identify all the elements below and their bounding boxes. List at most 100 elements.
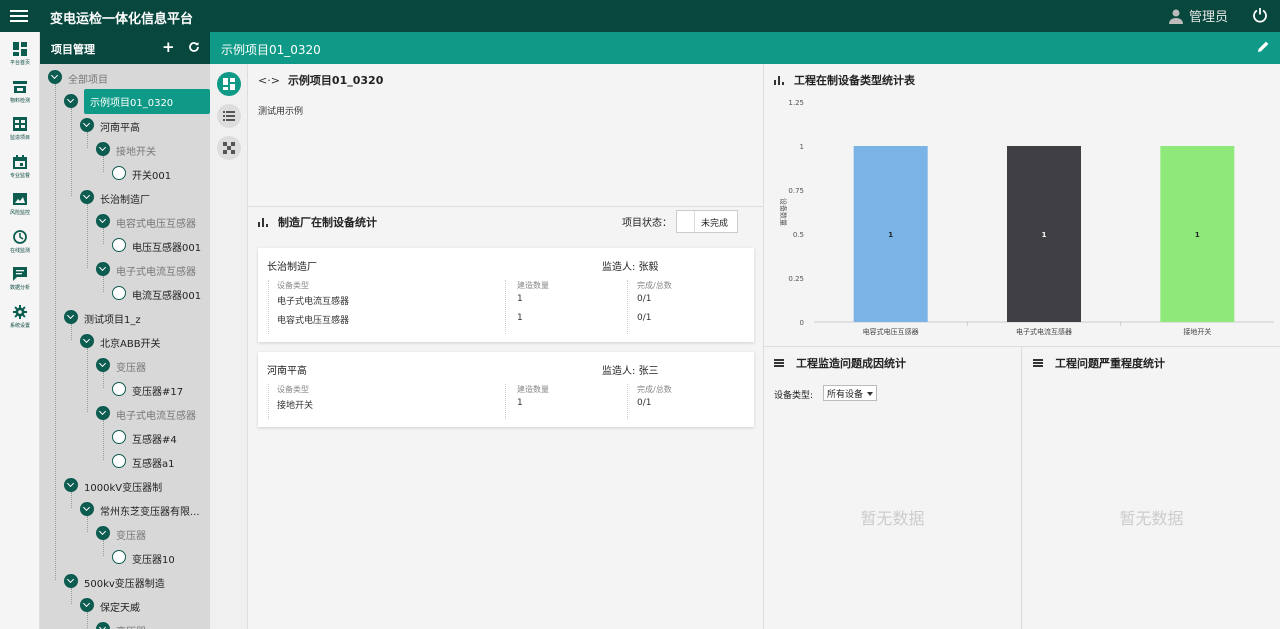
rail-item-label: 风险监控 [9, 210, 30, 216]
dashboard-view-button[interactable] [217, 72, 241, 96]
grid-icon [13, 117, 27, 131]
chevron-down-icon[interactable] [64, 310, 78, 324]
x-category-label: 电子式电流互感器 [1016, 327, 1072, 336]
y-tick-label: 0.75 [788, 187, 804, 195]
tree-leaf-circle-icon[interactable] [112, 430, 126, 444]
chevron-down-icon[interactable] [80, 334, 94, 348]
chevron-down-icon[interactable] [80, 190, 94, 204]
equipment-type-select[interactable]: 所有设备 [823, 385, 877, 401]
status-value: 未完成 [701, 219, 729, 229]
status-toggle[interactable]: 未完成 [676, 210, 738, 233]
col-header-type: 设备类型 [277, 281, 309, 290]
tree-connector [87, 204, 88, 268]
tree-leaf[interactable]: 电流互感器001 [112, 281, 208, 303]
rail-item-5[interactable]: 在线监测 [0, 226, 40, 262]
rail-item-3[interactable]: 专业监督 [0, 151, 40, 187]
tree-leaf-circle-icon[interactable] [112, 166, 126, 180]
status-switch[interactable] [677, 211, 695, 232]
tree-node[interactable]: 电子式电流互感器 [96, 401, 208, 423]
chevron-down-icon[interactable] [96, 526, 110, 540]
tree-node-label: 电流互感器001 [132, 291, 202, 302]
tree-node[interactable]: 接地开关 [96, 137, 208, 159]
tree-node[interactable]: 变压器 [96, 617, 208, 629]
chevron-down-icon[interactable] [96, 214, 110, 228]
tree-leaf-circle-icon[interactable] [112, 286, 126, 300]
chevron-down-icon[interactable] [80, 118, 94, 132]
tree-node[interactable]: 河南平高 [80, 113, 208, 135]
tree-leaf[interactable]: 开关001 [112, 161, 208, 183]
tree-leaf[interactable]: 变压器#17 [112, 377, 208, 399]
rail-item-4[interactable]: 风险监控 [0, 188, 40, 224]
factory-name: 长治制造厂 [267, 262, 317, 273]
tree-node[interactable]: 电容式电压互感器 [96, 209, 208, 231]
rail-item-label: 数据分析 [9, 285, 30, 291]
tree-node[interactable]: 变压器 [96, 521, 208, 543]
row-count: 1 [517, 398, 523, 408]
list-icon [223, 111, 235, 121]
chevron-down-icon[interactable] [64, 94, 78, 108]
dashboard-icon [223, 78, 235, 90]
tree-node[interactable]: 1000kV变压器制 [64, 473, 208, 495]
tree-node-label: 500kv变压器制造 [84, 579, 165, 590]
chevron-down-icon[interactable] [80, 598, 94, 612]
tree-header: 项目管理 + [40, 32, 210, 64]
message-icon [13, 267, 27, 281]
rail-item-7[interactable]: 系统设置 [0, 301, 40, 337]
col-header-type: 设备类型 [277, 385, 309, 394]
tree-leaf-circle-icon[interactable] [112, 382, 126, 396]
expand-arrows-icon[interactable]: <·> [258, 74, 280, 87]
chevron-down-icon[interactable] [96, 358, 110, 372]
tree-node[interactable]: 长治制造厂 [80, 185, 208, 207]
tree-node[interactable]: 常州东芝变压器有限... [80, 497, 208, 519]
add-icon[interactable]: + [162, 38, 175, 56]
tree-node[interactable]: 电子式电流互感器 [96, 257, 208, 279]
refresh-icon[interactable] [188, 41, 200, 53]
tree-leaf[interactable]: 互感器#4 [112, 425, 208, 447]
tree-leaf[interactable]: 互感器a1 [112, 449, 208, 471]
chevron-down-icon[interactable] [96, 406, 110, 420]
rail-item-6[interactable]: 数据分析 [0, 263, 40, 299]
issue-cause-panel: 工程监造问题成因统计 设备类型: 所有设备 暂无数据 [764, 347, 1022, 629]
chevron-down-icon[interactable] [64, 574, 78, 588]
tree-leaf-circle-icon[interactable] [112, 238, 126, 252]
tree-node-label: 示例项目01_0320 [84, 89, 210, 114]
tree-node[interactable]: 北京ABB开关 [80, 329, 208, 351]
empty-state: 暂无数据 [860, 509, 925, 528]
tree-node-label: 电子式电流互感器 [116, 411, 196, 422]
clock-icon [13, 229, 27, 244]
rail-item-2[interactable]: 监造项目 [0, 113, 40, 149]
tree-node-label: 变压器10 [132, 555, 175, 566]
project-panel: <·> 示例项目01_0320 测试用示例 制造厂在制设备统计 项目状态： 未完成… [248, 64, 764, 629]
rail-item-0[interactable]: 平台首页 [0, 38, 40, 74]
chevron-down-icon[interactable] [80, 502, 94, 516]
issue-cause-title-text: 工程监造问题成因统计 [796, 357, 906, 370]
chevron-down-icon[interactable] [96, 142, 110, 156]
hamburger-menu-icon[interactable] [10, 8, 28, 24]
chevron-down-icon[interactable] [48, 70, 62, 84]
tree-node[interactable]: 500kv变压器制造 [64, 569, 208, 591]
tree-leaf-circle-icon[interactable] [112, 550, 126, 564]
rail-item-1[interactable]: 物料检测 [0, 76, 40, 112]
tree-node[interactable]: 示例项目01_0320 [64, 89, 210, 114]
tree-leaf-circle-icon[interactable] [112, 454, 126, 468]
tree-node[interactable]: 保定天威 [80, 593, 208, 615]
list-view-button[interactable] [217, 104, 241, 128]
list-icon [774, 359, 784, 367]
power-icon[interactable] [1252, 7, 1268, 23]
chevron-down-icon[interactable] [96, 262, 110, 276]
factory-section-title-text: 制造厂在制设备统计 [278, 216, 377, 229]
grid-view-button[interactable] [217, 136, 241, 160]
rail-item-label: 专业监督 [9, 172, 30, 179]
tree-node[interactable]: 全部项目 [48, 65, 208, 87]
tree-node-label: 测试项目1_z [84, 315, 141, 326]
tree-leaf[interactable]: 变压器10 [112, 545, 208, 567]
user-menu[interactable]: 管理员 [1168, 6, 1228, 25]
chevron-down-icon[interactable] [96, 622, 110, 629]
tree-node[interactable]: 测试项目1_z [64, 305, 208, 327]
edit-icon[interactable] [1257, 40, 1270, 53]
tree-node-label: 互感器a1 [132, 459, 175, 470]
equipment-type-bar-chart: 0 0.25 0.5 0.75 1 1.25 设备数量 1 电容式电压互感器 1 电子式电流互感器 1… [779, 99, 1274, 336]
tree-node[interactable]: 变压器 [96, 353, 208, 375]
tree-leaf[interactable]: 电压互感器001 [112, 233, 208, 255]
chevron-down-icon[interactable] [64, 478, 78, 492]
